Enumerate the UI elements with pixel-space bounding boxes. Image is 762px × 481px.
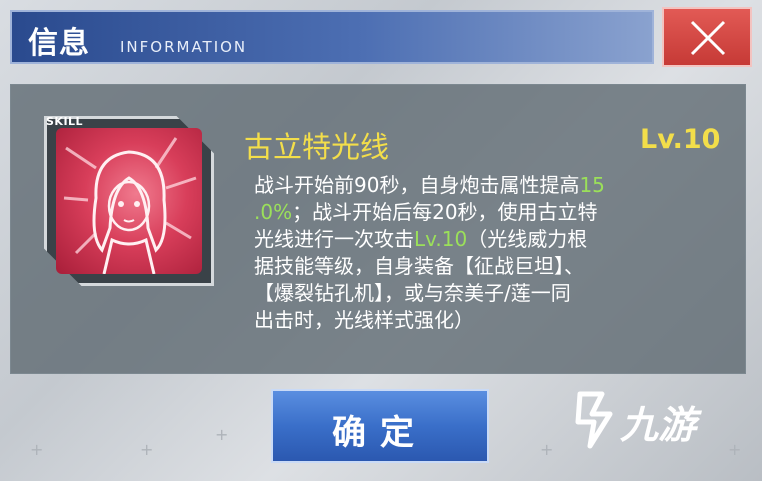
description-text: 据技能等级，自身装备【征战巨坦】、 <box>254 254 584 278</box>
confirm-button-label: 确定 <box>332 413 428 453</box>
highlight-value: 15 <box>579 173 605 197</box>
close-icon <box>690 20 726 56</box>
skill-tag: SKILL <box>46 115 84 128</box>
bg-plus-mark: + <box>140 440 154 459</box>
jiuyou-logo-icon <box>575 391 613 449</box>
skill-name: 古立特光线 <box>244 130 390 164</box>
description-text: （光线威力根 <box>467 227 588 251</box>
highlight-value: .0% <box>254 200 293 224</box>
description-text: ；战斗开始后每20秒，使用古立特 <box>292 200 598 224</box>
watermark-text: 九游 <box>620 403 697 447</box>
description-text: 【爆裂钻孔机】，或与奈美子/莲一同 <box>254 281 571 305</box>
description-line: 光线进行一次攻击Lv.10（光线威力根 <box>254 226 704 253</box>
confirm-button[interactable]: 确定 <box>271 389 489 463</box>
close-button[interactable] <box>662 7 752 67</box>
character-portrait-icon <box>56 128 202 274</box>
bg-plus-mark: + <box>215 425 229 444</box>
highlight-value: Lv.10 <box>414 227 468 251</box>
dialog-title: 信息 <box>28 26 90 61</box>
title-bar: 信息 INFORMATION <box>10 10 654 64</box>
description-line: .0%；战斗开始后每20秒，使用古立特 <box>254 199 704 226</box>
description-line: 据技能等级，自身装备【征战巨坦】、 <box>254 253 704 280</box>
description-line: 出击时，光线样式强化） <box>254 307 704 334</box>
skill-level: Lv.10 <box>640 124 721 155</box>
description-text: 出击时，光线样式强化） <box>254 308 474 332</box>
description-text: 光线进行一次攻击 <box>254 227 414 251</box>
bg-plus-mark: + <box>540 440 554 459</box>
skill-description: 战斗开始前90秒，自身炮击属性提高15.0%；战斗开始后每20秒，使用古立特 光线… <box>254 172 704 334</box>
description-text: 战斗开始前90秒，自身炮击属性提高 <box>254 173 580 197</box>
description-line: 战斗开始前90秒，自身炮击属性提高15 <box>254 172 704 199</box>
watermark-logo: 九游 <box>572 384 732 454</box>
description-line: 【爆裂钻孔机】，或与奈美子/莲一同 <box>254 280 704 307</box>
bg-plus-mark: + <box>30 440 44 459</box>
dialog-subtitle: INFORMATION <box>120 38 248 56</box>
